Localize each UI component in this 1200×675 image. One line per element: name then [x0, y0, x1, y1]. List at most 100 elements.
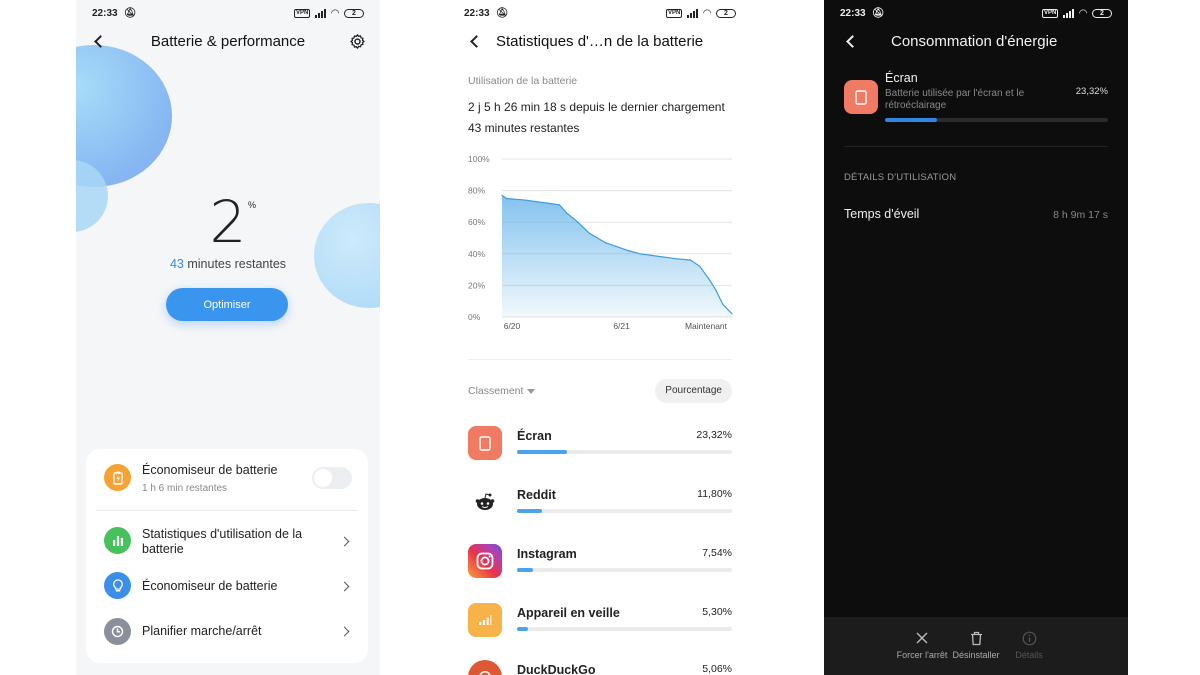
status-bar: 22:33 🔕︎ VPN ◠ 2 — [464, 6, 736, 20]
battery-level: 2 — [209, 188, 247, 256]
x-tick-label: Maintenant — [685, 321, 728, 331]
wifi-icon: ◠ — [1079, 7, 1087, 19]
optimize-button[interactable]: Optimiser — [166, 288, 288, 321]
battery-chart: 100% 80% 60% 40% 20% 0% 6/20 6/21 Maintenant — [468, 154, 733, 331]
status-time: 22:33 — [464, 7, 490, 19]
percentage-button[interactable]: Pourcentage — [655, 379, 732, 403]
row-label: Statistiques d'utilisation de la batteri… — [142, 527, 303, 556]
app-row[interactable]: Instagram 7,54% — [468, 544, 732, 584]
divider — [468, 359, 732, 360]
data-point — [639, 253, 641, 255]
app-percent: 23,32% — [696, 429, 732, 441]
bar-chart-icon — [104, 527, 131, 554]
row-label: Économiseur de batterie — [142, 463, 278, 477]
data-point — [690, 259, 692, 261]
data-point — [650, 254, 653, 256]
app-row[interactable]: Reddit 11,80% — [468, 485, 732, 525]
usage-bar — [517, 450, 732, 454]
data-point — [708, 278, 710, 280]
mute-icon: 🔕︎ — [495, 7, 509, 19]
usage-bar-fill — [517, 627, 529, 631]
wifi-icon: ◠ — [331, 7, 339, 19]
battery-saver-settings-row[interactable]: Économiseur de batterie — [86, 571, 368, 605]
data-point — [558, 204, 561, 206]
app-row[interactable]: Écran 23,32% — [468, 426, 732, 466]
duckduckgo-icon — [468, 660, 502, 675]
app-name: Instagram — [517, 547, 577, 561]
caret-down-icon — [527, 388, 536, 394]
app-description: Batterie utilisée par l'écran et le rétr… — [885, 88, 1025, 111]
row-sublabel: 1 h 6 min restantes — [142, 483, 228, 494]
vpn-badge: VPN — [1041, 8, 1059, 18]
close-icon — [894, 629, 950, 647]
usage-bar — [885, 118, 1108, 122]
data-point — [715, 289, 717, 291]
app-percent: 11,80% — [697, 488, 732, 500]
chevron-right-icon — [339, 536, 350, 547]
signal-icon — [1063, 8, 1075, 18]
y-tick-label: 100% — [468, 154, 490, 164]
battery-performance-screen: 22:33 🔕︎ VPN ◠ 2 Batterie & performance … — [76, 0, 380, 675]
signal-icon — [687, 8, 699, 18]
remaining-label: minutes restantes — [187, 257, 287, 271]
battery-saver-toggle[interactable] — [312, 467, 352, 489]
page-title: Consommation d'énergie — [891, 33, 1058, 50]
uninstall-button[interactable]: Désinstaller — [948, 629, 1004, 660]
back-icon[interactable] — [846, 35, 859, 48]
action-label: Désinstaller — [952, 650, 1000, 660]
chevron-right-icon — [339, 626, 350, 637]
chevron-right-icon — [339, 581, 350, 592]
screen-icon — [844, 80, 878, 114]
usage-bar-fill — [517, 450, 568, 454]
back-icon[interactable] — [470, 35, 483, 48]
app-name: DuckDuckGo — [517, 663, 596, 675]
status-bar: 22:33 🔕︎ VPN ◠ 2 — [92, 6, 364, 20]
battery-usage-stats-screen: 22:33 🔕︎ VPN ◠ 2 Statistiques d'…n de la… — [448, 0, 752, 675]
force-stop-button[interactable]: Forcer l'arrêt — [894, 629, 950, 660]
action-label: Forcer l'arrêt — [896, 650, 948, 660]
energy-consumption-screen: 22:33 🔕︎ VPN ◠ 2 Consommation d'énergie … — [824, 0, 1128, 675]
data-point — [722, 303, 724, 305]
y-tick-label: 0% — [468, 312, 481, 322]
app-row[interactable]: Appareil en veille 5,30% — [468, 603, 732, 643]
usage-stats-row[interactable]: Statistiques d'utilisation de la batteri… — [86, 525, 368, 559]
mute-icon: 🔕︎ — [123, 7, 137, 19]
data-point — [731, 313, 733, 315]
row-label: Économiseur de batterie — [142, 579, 278, 593]
battery-saver-icon — [104, 464, 131, 491]
y-tick-label: 80% — [468, 186, 485, 196]
clock-icon — [104, 618, 131, 645]
app-percent: 23,32% — [1075, 86, 1108, 97]
since-charge-text: 2 j 5 h 26 min 18 s depuis le dernier ch… — [468, 100, 725, 114]
battery-saver-row[interactable]: Économiseur de batterie 1 h 6 min restan… — [86, 461, 368, 501]
data-point — [604, 242, 607, 244]
status-time: 22:33 — [92, 7, 118, 19]
chart-area — [502, 195, 732, 317]
remaining-time: 43 minutes restantes — [76, 257, 380, 271]
app-row[interactable]: DuckDuckGo 5,06% — [468, 660, 732, 675]
app-name: Écran — [885, 71, 918, 85]
remaining-minutes: 43 — [169, 257, 184, 271]
divider — [844, 146, 1108, 147]
battery-icon: 2 — [716, 8, 736, 18]
vpn-badge: VPN — [293, 8, 311, 18]
details-button[interactable]: Détails — [1001, 629, 1057, 660]
data-point — [506, 197, 508, 200]
app-name: Écran — [517, 429, 552, 443]
y-tick-label: 60% — [468, 217, 485, 227]
lightbulb-icon — [104, 572, 131, 599]
usage-bar — [517, 509, 732, 513]
usage-bar — [517, 568, 732, 572]
info-icon — [1001, 629, 1057, 647]
sort-dropdown[interactable]: Classement — [468, 385, 536, 397]
reddit-icon — [468, 485, 502, 519]
data-point — [565, 212, 567, 214]
app-percent: 7,54% — [702, 547, 732, 559]
divider — [96, 510, 358, 511]
schedule-power-row[interactable]: Planifier marche/arrêt — [86, 617, 368, 651]
gear-icon[interactable] — [349, 33, 366, 50]
y-tick-label: 40% — [468, 249, 485, 259]
vpn-badge: VPN — [665, 8, 683, 18]
status-time: 22:33 — [840, 7, 866, 19]
instagram-icon — [468, 544, 502, 578]
